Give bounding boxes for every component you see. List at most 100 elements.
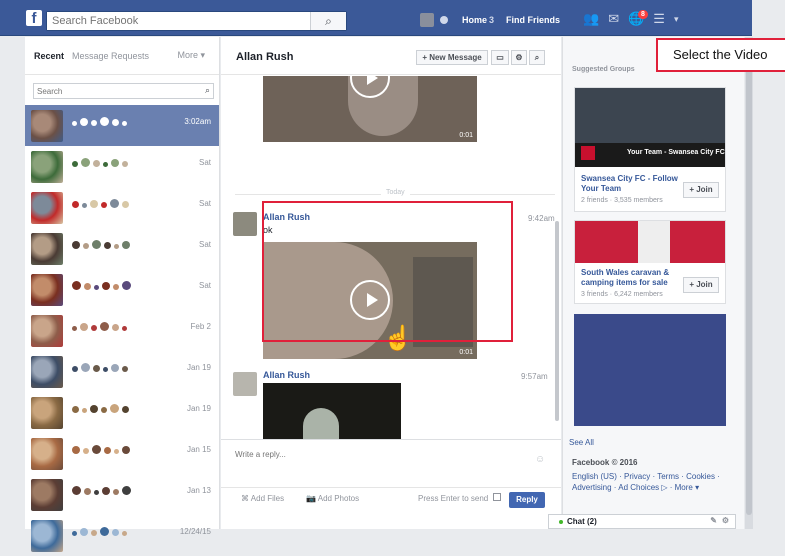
tab-recent[interactable]: Recent	[34, 51, 64, 61]
blur-blob	[122, 531, 127, 536]
conversation-date: Sat	[198, 240, 211, 249]
sender-avatar[interactable]	[233, 212, 257, 236]
conversation-item[interactable]: Feb 2	[25, 310, 219, 351]
nav-home[interactable]: Home 3	[462, 15, 494, 25]
footer-link-list[interactable]: English (US) · Privacy · Terms · Cookies…	[572, 471, 737, 493]
reply-input[interactable]	[235, 450, 547, 480]
conversation-avatar[interactable]	[31, 520, 63, 552]
add-photos-button[interactable]: 📷 Add Photos	[306, 494, 359, 503]
page-scrollbar[interactable]	[745, 37, 753, 529]
conversation-avatar[interactable]	[31, 438, 63, 470]
conversation-name-blurred	[72, 281, 152, 291]
search-input[interactable]	[47, 12, 307, 30]
press-enter-checkbox[interactable]	[493, 493, 501, 501]
blur-blob	[112, 529, 119, 536]
blur-blob	[83, 448, 89, 454]
blur-blob	[72, 531, 77, 536]
sender-avatar[interactable]	[233, 372, 257, 396]
conversation-item[interactable]: Sat	[25, 269, 219, 310]
conversation-avatar[interactable]	[31, 315, 63, 347]
reply-button[interactable]: Reply	[509, 492, 545, 508]
blur-blob	[113, 284, 119, 290]
conversation-item[interactable]: Jan 19	[25, 351, 219, 392]
quick-help-icon[interactable]: ☰	[653, 11, 665, 27]
blur-blob	[102, 282, 110, 290]
video-attachment[interactable]: 0:01	[263, 76, 477, 142]
blur-blob	[101, 407, 107, 413]
blur-blob	[83, 243, 89, 249]
page-scrollbar-thumb[interactable]	[746, 45, 752, 515]
search-thread-icon[interactable]: ⌕	[529, 50, 545, 65]
group-cover-image[interactable]: Your Team - Swansea City FC	[575, 88, 725, 167]
conversation-avatar[interactable]	[31, 274, 63, 306]
gear-icon[interactable]: ⚙	[722, 516, 729, 525]
tab-more[interactable]: More ▾	[177, 50, 205, 61]
search-box[interactable]: ⌕	[46, 11, 347, 31]
group-card[interactable]: Your Team - Swansea City FC Swansea City…	[574, 87, 726, 212]
sender-name[interactable]: Allan Rush	[263, 370, 310, 380]
blur-blob	[72, 241, 80, 249]
thread-header: Allan Rush + New Message ▭ ⚙ ⌕	[221, 37, 561, 75]
search-icon[interactable]: ⌕	[310, 12, 346, 30]
photo-attachment[interactable]	[263, 383, 401, 439]
video-duration: 0:01	[459, 349, 473, 356]
blur-blob	[103, 162, 108, 167]
compose-icon[interactable]: ✎	[710, 516, 717, 525]
conversation-date: 12/24/15	[179, 527, 211, 536]
blur-blob	[122, 121, 127, 126]
messages-icon[interactable]: ✉	[608, 11, 619, 27]
conversation-item[interactable]: Jan 19	[25, 392, 219, 433]
add-files-button[interactable]: ⌘ Add Files	[241, 494, 284, 503]
blur-blob	[82, 203, 87, 208]
conversation-avatar[interactable]	[31, 356, 63, 388]
blur-blob	[72, 201, 79, 208]
group-name[interactable]: South Wales caravan & camping items for …	[581, 268, 681, 288]
conversation-search[interactable]: ⌕	[33, 83, 214, 99]
join-group-button[interactable]: + Join	[683, 182, 719, 198]
blur-blob	[84, 283, 91, 290]
group-card[interactable]: South Wales caravan & camping items for …	[574, 220, 726, 304]
conversation-date: Feb 2	[190, 322, 211, 331]
gear-icon[interactable]: ⚙	[511, 50, 527, 65]
group-name[interactable]: Swansea City FC - Follow Your Team	[581, 174, 681, 194]
conversation-item[interactable]: Sat	[25, 146, 219, 187]
conversation-avatar[interactable]	[31, 233, 63, 265]
chat-bar[interactable]: Chat (2) ✎ ⚙	[548, 514, 736, 529]
conversation-avatar[interactable]	[31, 151, 63, 183]
blur-blob	[92, 240, 101, 249]
conversation-item[interactable]: Jan 15	[25, 433, 219, 474]
conversation-avatar[interactable]	[31, 479, 63, 511]
conversation-item[interactable]: 3:02am	[25, 105, 219, 146]
emoji-icon[interactable]: ☺	[535, 454, 545, 465]
facebook-logo[interactable]: f	[26, 10, 42, 27]
join-group-button[interactable]: + Join	[683, 277, 719, 293]
group-card-blurred[interactable]	[574, 314, 726, 426]
conversation-item[interactable]: 12/24/15	[25, 515, 219, 556]
conversation-search-input[interactable]	[34, 84, 194, 98]
see-all-link[interactable]: See All	[569, 438, 594, 447]
profile-dot-icon	[440, 16, 448, 24]
blur-blob	[81, 363, 90, 372]
nav-find-friends[interactable]: Find Friends	[506, 15, 560, 25]
chat-label[interactable]: Chat (2)	[567, 517, 597, 526]
blur-blob	[81, 158, 90, 167]
blur-blob	[91, 530, 97, 536]
conversation-item[interactable]: Sat	[25, 228, 219, 269]
conversation-avatar[interactable]	[31, 110, 63, 142]
thread-scrollbar[interactable]	[555, 221, 559, 421]
conversation-item[interactable]: Sat	[25, 187, 219, 228]
chevron-down-icon[interactable]: ▾	[674, 14, 679, 25]
blur-blob	[122, 241, 130, 249]
blur-blob	[72, 281, 81, 290]
friend-requests-icon[interactable]: 👥	[583, 11, 599, 27]
video-call-icon[interactable]: ▭	[491, 50, 509, 65]
group-cover-image[interactable]	[575, 221, 725, 263]
profile-avatar[interactable]	[420, 13, 434, 27]
suggested-groups-panel: Suggested Groups Your Team - Swansea Cit…	[562, 37, 744, 529]
conversation-item[interactable]: Jan 13	[25, 474, 219, 515]
blur-blob	[122, 486, 131, 495]
conversation-avatar[interactable]	[31, 397, 63, 429]
conversation-avatar[interactable]	[31, 192, 63, 224]
tab-message-requests[interactable]: Message Requests	[72, 51, 149, 61]
new-message-button[interactable]: + New Message	[416, 50, 488, 65]
